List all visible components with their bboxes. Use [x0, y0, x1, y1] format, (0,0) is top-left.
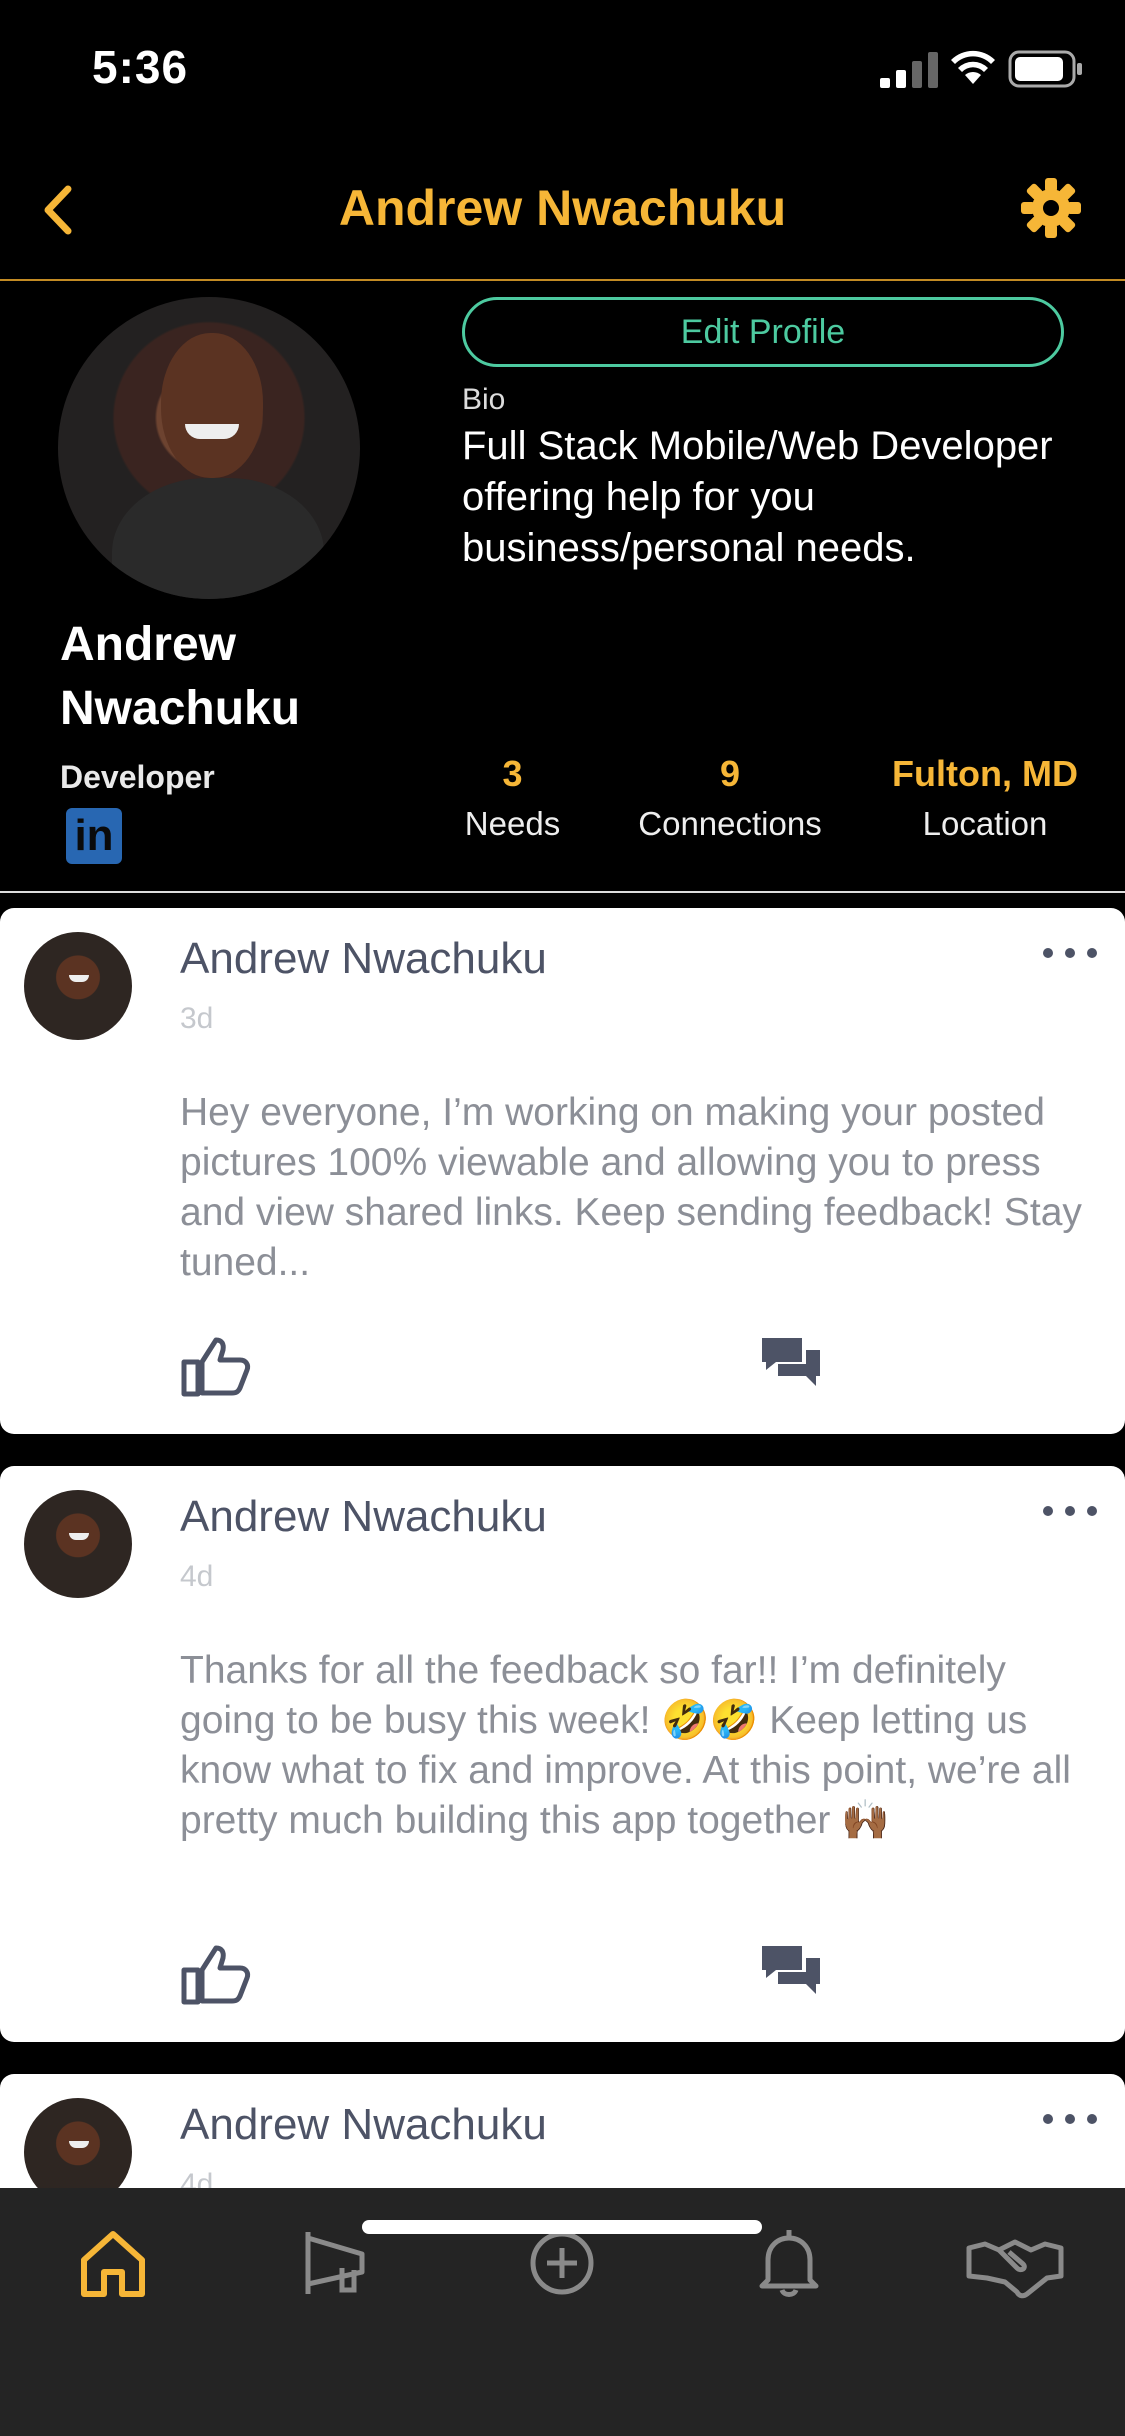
- signal-icon: [880, 52, 938, 88]
- post-card[interactable]: Andrew Nwachuku 3d Hey everyone, I’m wor…: [0, 908, 1125, 1434]
- edit-profile-button[interactable]: Edit Profile: [462, 297, 1064, 367]
- bio-label: Bio: [462, 383, 506, 416]
- stat-needs[interactable]: 3 Needs: [440, 753, 585, 843]
- nav-bar: Andrew Nwachuku: [0, 135, 1125, 281]
- bio-text: Full Stack Mobile/Web Developer offering…: [462, 424, 1053, 570]
- post-author[interactable]: Andrew Nwachuku: [180, 2100, 547, 2150]
- more-options-icon[interactable]: [1040, 1496, 1100, 1526]
- post-time: 3d: [180, 1002, 214, 1035]
- wifi-icon: [951, 50, 995, 84]
- like-thumbs-up-icon[interactable]: [180, 1942, 252, 2006]
- post-author[interactable]: Andrew Nwachuku: [180, 934, 547, 984]
- stat-value: 3: [502, 753, 523, 794]
- battery-icon: [1008, 50, 1082, 88]
- home-icon[interactable]: [74, 2224, 152, 2302]
- stat-label: Connections: [638, 805, 822, 842]
- post-text: Thanks for all the feedback so far!! I’m…: [180, 1649, 1071, 1842]
- post-card[interactable]: Andrew Nwachuku 4d Thanks for all the fe…: [0, 1466, 1125, 2042]
- post-time: 4d: [180, 1560, 214, 1593]
- megaphone-icon[interactable]: [298, 2224, 376, 2302]
- status-bar: 5:36: [0, 0, 1125, 135]
- stat-value: 9: [719, 753, 741, 794]
- add-circle-icon[interactable]: [523, 2224, 601, 2302]
- post-avatar[interactable]: [24, 1490, 132, 1598]
- profile-header: Andrew Nwachuku Developer in Edit Profil…: [0, 283, 1125, 893]
- post-avatar[interactable]: [24, 932, 132, 1040]
- stat-label: Location: [922, 805, 1048, 842]
- post-text: Hey everyone, I’m working on making your…: [180, 1091, 1082, 1284]
- nav-title: Andrew Nwachuku: [338, 180, 787, 236]
- comment-icon[interactable]: [760, 1334, 824, 1398]
- profile-role: Developer: [60, 759, 215, 795]
- profile-avatar: [58, 297, 360, 599]
- bell-icon[interactable]: [750, 2224, 828, 2302]
- more-options-icon[interactable]: [1040, 2104, 1100, 2134]
- like-thumbs-up-icon[interactable]: [180, 1334, 252, 1398]
- more-options-icon[interactable]: [1040, 938, 1100, 968]
- comment-icon[interactable]: [760, 1942, 824, 2006]
- home-indicator: [362, 2220, 762, 2234]
- handshake-icon[interactable]: [965, 2224, 1065, 2302]
- linkedin-icon[interactable]: in: [66, 808, 122, 864]
- stat-value: Fulton, MD: [892, 753, 1078, 794]
- stat-location: Fulton, MD Location: [870, 753, 1100, 843]
- post-author[interactable]: Andrew Nwachuku: [180, 1492, 547, 1542]
- settings-gear-icon[interactable]: [1020, 177, 1082, 239]
- stat-label: Needs: [464, 805, 561, 842]
- stat-connections[interactable]: 9 Connections: [610, 753, 850, 843]
- status-time: 5:36: [92, 41, 189, 93]
- profile-name: Andrew Nwachuku: [60, 618, 301, 735]
